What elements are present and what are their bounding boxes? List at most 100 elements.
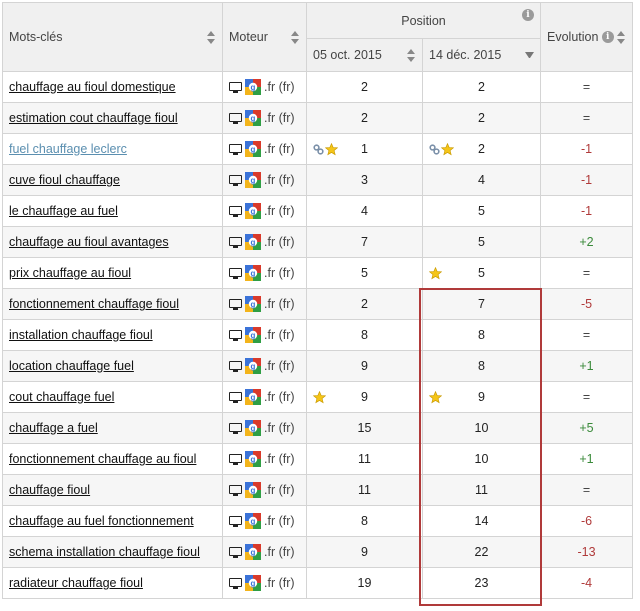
position-value: 10 [474,452,489,466]
keyword-cell: cout chauffage fuel [2,381,223,413]
svg-text:g: g [251,176,256,185]
keyword-cell: prix chauffage au fioul [2,257,223,289]
engine-cell: g .fr (fr) [222,505,307,537]
desktop-icon [229,422,242,434]
engine-cell: g .fr (fr) [222,102,307,134]
engine-cell: g .fr (fr) [222,257,307,289]
position-value: 11 [475,483,488,497]
col-keywords-header[interactable]: Mots-clés [2,2,223,72]
position-date2-cell: 5 [421,257,542,289]
engine-cell: g .fr (fr) [222,195,307,227]
info-icon[interactable]: i [601,31,614,43]
position-value: 9 [361,359,368,373]
star-icon [325,142,338,155]
position-value: 2 [361,111,368,125]
sort-icon[interactable] [291,30,300,44]
engine-label: .fr (fr) [264,452,295,466]
keyword-cell: chauffage fioul [2,474,223,506]
engine-label: .fr (fr) [264,173,295,187]
keyword-link[interactable]: radiateur chauffage fioul [9,576,143,590]
evolution-cell: = [540,71,634,103]
position-date1-cell: 9 [306,350,423,382]
evolution-cell: -13 [540,536,634,568]
evolution-value: +1 [579,452,594,466]
svg-text:g: g [251,114,256,123]
evolution-value: -1 [580,173,593,187]
table-row: location chauffage fuel g .fr (fr) 9 8 +… [2,350,634,382]
keyword-link[interactable]: chauffage au fioul avantages [9,235,169,249]
table-row: fonctionnement chauffage au fioul g .fr … [2,443,634,475]
position-value: 9 [361,390,368,404]
desktop-icon [229,112,242,124]
position-value: 2 [478,142,485,156]
evolution-value: = [582,80,591,94]
keyword-link[interactable]: chauffage a fuel [9,421,98,435]
table-row: prix chauffage au fioul g .fr (fr) 5 5 = [2,257,634,289]
position-date1-cell: 11 [306,474,423,506]
col-date1-header[interactable]: 05 oct. 2015 [306,38,423,72]
keyword-link[interactable]: chauffage au fioul domestique [9,80,176,94]
keyword-link[interactable]: fonctionnement chauffage au fioul [9,452,196,466]
evolution-cell: +2 [540,226,634,258]
info-icon[interactable]: i [522,8,535,21]
engine-cell: g .fr (fr) [222,474,307,506]
google-icon: g [245,265,261,281]
svg-text:g: g [251,207,256,216]
sort-icon[interactable] [407,48,416,62]
keyword-link[interactable]: chauffage fioul [9,483,90,497]
sort-descending-icon[interactable] [525,52,535,58]
position-value: 2 [361,80,368,94]
col-engine-header[interactable]: Moteur [222,2,307,72]
google-icon: g [245,234,261,250]
keyword-link[interactable]: le chauffage au fuel [9,204,118,218]
position-date1-cell: 11 [306,443,423,475]
table-row: le chauffage au fuel g .fr (fr) 4 5 -1 [2,195,634,227]
sort-icon[interactable] [207,30,216,44]
engine-cell: g .fr (fr) [222,443,307,475]
desktop-icon [229,267,242,279]
keyword-link[interactable]: estimation cout chauffage fioul [9,111,178,125]
col-date2-header[interactable]: 14 déc. 2015 [421,38,542,72]
keyword-link[interactable]: installation chauffage fioul [9,328,153,342]
sort-icon[interactable] [617,30,626,44]
evolution-cell: -1 [540,133,634,165]
position-date2-cell: 9 [421,381,542,413]
engine-label: .fr (fr) [264,390,295,404]
keyword-cell: cuve fioul chauffage [2,164,223,196]
star-icon [429,390,442,403]
keyword-ranking-table: Mots-clés Moteur Position i Evolution i 05… [2,2,634,599]
position-date1-cell: 2 [306,71,423,103]
col-position-group-header: Position i [305,2,542,39]
position-value: 2 [361,297,368,311]
engine-cell: g .fr (fr) [222,381,307,413]
keyword-link[interactable]: fonctionnement chauffage fioul [9,297,179,311]
keyword-link[interactable]: cout chauffage fuel [9,390,114,404]
keyword-link[interactable]: cuve fioul chauffage [9,173,120,187]
keyword-link[interactable]: location chauffage fuel [9,359,134,373]
keyword-cell: chauffage au fioul domestique [2,71,223,103]
svg-text:g: g [251,486,256,495]
col-position-label: Position [401,13,446,28]
keyword-link[interactable]: schema installation chauffage fioul [9,545,200,559]
position-value: 4 [361,204,368,218]
google-icon: g [245,358,261,374]
evolution-value: -13 [577,545,596,559]
keyword-link[interactable]: chauffage au fuel fonctionnement [9,514,194,528]
evolution-value: -5 [580,297,593,311]
evolution-cell: -1 [540,164,634,196]
position-value: 11 [358,483,371,497]
star-icon [313,390,326,403]
evolution-value: = [582,328,591,342]
position-value: 8 [361,514,368,528]
keyword-link[interactable]: prix chauffage au fioul [9,266,131,280]
star-icon [429,266,442,279]
keyword-link[interactable]: fuel chauffage leclerc [9,142,127,156]
desktop-icon [229,546,242,558]
svg-text:g: g [251,548,256,557]
col-evolution-header[interactable]: Evolution i [540,2,634,72]
engine-cell: g .fr (fr) [222,133,307,165]
svg-text:g: g [251,517,256,526]
position-date2-cell: 4 [421,164,542,196]
position-date1-cell: 1 [306,133,423,165]
engine-cell: g .fr (fr) [222,288,307,320]
